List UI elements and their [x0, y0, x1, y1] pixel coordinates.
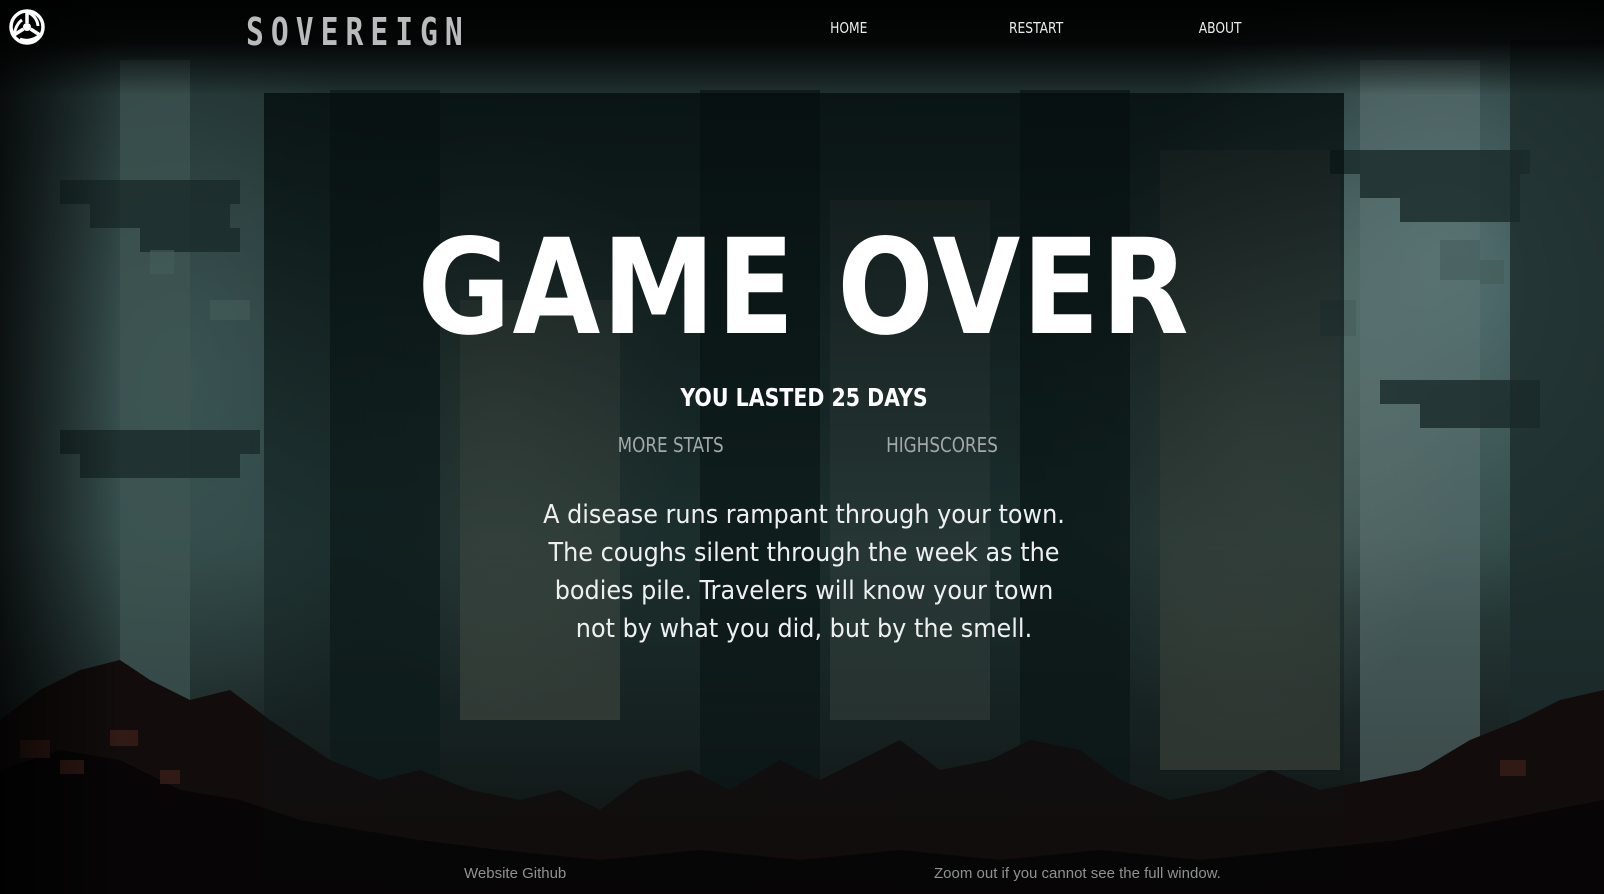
highscores-link[interactable]: HIGHSCORES	[886, 430, 998, 460]
nav-home-link[interactable]: HOME	[830, 19, 867, 37]
nav-about-link[interactable]: ABOUT	[1199, 19, 1242, 37]
brand-title[interactable]: SOVEREIGN	[246, 10, 470, 54]
top-nav-band	[0, 0, 1604, 95]
ending-story-text: A disease runs rampant through your town…	[543, 500, 1065, 644]
days-lasted-text: YOU LASTED 25 DAYS	[680, 383, 928, 412]
triskelion-logo-icon[interactable]	[8, 8, 46, 46]
game-over-title: GAME OVER	[417, 211, 1191, 365]
more-stats-link[interactable]: MORE STATS	[618, 430, 724, 460]
zoom-hint-text: Zoom out if you cannot see the full wind…	[934, 865, 1221, 882]
left-vignette	[0, 0, 120, 894]
nav-restart-link[interactable]: RESTART	[1009, 19, 1063, 37]
website-github-link[interactable]: Website Github	[464, 865, 566, 882]
